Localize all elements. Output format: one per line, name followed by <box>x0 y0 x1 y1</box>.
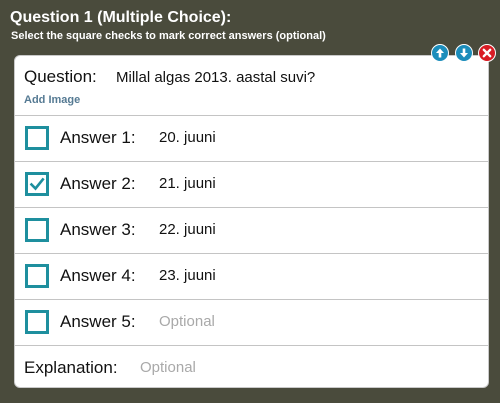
question-header: Question 1 (Multiple Choice): Select the… <box>0 0 500 48</box>
explanation-input[interactable]: Optional <box>140 359 196 376</box>
arrow-up-icon <box>436 48 444 58</box>
answer-row: Answer 4: 23. juuni <box>15 254 488 300</box>
answer-5-label: Answer 5: <box>60 312 136 331</box>
question-input[interactable]: Millal algas 2013. aastal suvi? <box>116 69 315 86</box>
question-instructions: Select the square checks to mark correct… <box>11 30 326 42</box>
delete-question-button[interactable] <box>478 44 496 62</box>
close-icon <box>482 48 492 58</box>
answer-2-input[interactable]: 21. juuni <box>159 175 216 192</box>
question-label: Question: <box>24 67 97 86</box>
question-row: Question: Millal algas 2013. aastal suvi… <box>15 56 488 116</box>
answer-5-input[interactable]: Optional <box>159 313 215 330</box>
answer-row: Answer 2: 21. juuni <box>15 162 488 208</box>
add-image-link[interactable]: Add Image <box>24 94 80 106</box>
answer-4-input[interactable]: 23. juuni <box>159 267 216 284</box>
answer-3-input[interactable]: 22. juuni <box>159 221 216 238</box>
move-up-button[interactable] <box>431 44 449 62</box>
checkmark-icon <box>29 177 45 191</box>
answer-row: Answer 3: 22. juuni <box>15 208 488 254</box>
explanation-row: Explanation: Optional <box>15 346 488 387</box>
answer-1-label: Answer 1: <box>60 128 136 147</box>
question-card: Question: Millal algas 2013. aastal suvi… <box>14 55 489 388</box>
answer-row: Answer 1: 20. juuni <box>15 116 488 162</box>
move-down-button[interactable] <box>455 44 473 62</box>
answer-2-checkbox[interactable] <box>25 172 49 196</box>
answer-3-label: Answer 3: <box>60 220 136 239</box>
answer-1-input[interactable]: 20. juuni <box>159 129 216 146</box>
answer-4-checkbox[interactable] <box>25 264 49 288</box>
answer-1-checkbox[interactable] <box>25 126 49 150</box>
answer-3-checkbox[interactable] <box>25 218 49 242</box>
arrow-down-icon <box>460 48 468 58</box>
answer-5-checkbox[interactable] <box>25 310 49 334</box>
question-title: Question 1 (Multiple Choice): <box>10 9 232 26</box>
answer-4-label: Answer 4: <box>60 266 136 285</box>
answer-2-label: Answer 2: <box>60 174 136 193</box>
explanation-label: Explanation: <box>24 358 118 377</box>
answer-row: Answer 5: Optional <box>15 300 488 346</box>
